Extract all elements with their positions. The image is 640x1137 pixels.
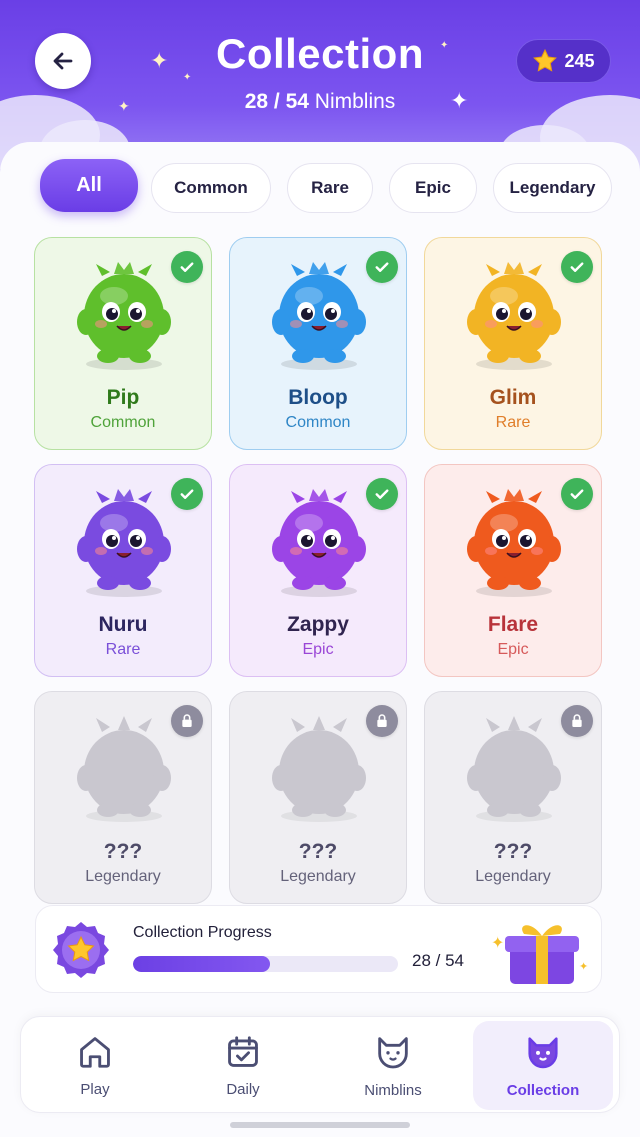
cat-face-icon [378, 1037, 408, 1069]
collected-badge [366, 478, 398, 510]
creature-illustration [77, 489, 171, 597]
creature-illustration [272, 489, 366, 597]
creature-illustration [467, 489, 561, 597]
collected-badge [171, 251, 203, 283]
creature-card[interactable]: Zappy Epic [229, 464, 407, 677]
lock-icon [377, 714, 387, 727]
creature-card[interactable]: Glim Rare [424, 237, 602, 450]
creature-name: ??? [103, 840, 143, 863]
owned-count: 28 / 54 [244, 90, 309, 113]
creature-card[interactable]: Pip Common [34, 237, 212, 450]
creature-rarity: Epic [497, 641, 529, 658]
collected-badge [561, 251, 593, 283]
creature-illustration [467, 262, 561, 370]
nav-daily-label: Daily [226, 1081, 260, 1098]
creature-card[interactable]: ??? Legendary [229, 691, 407, 904]
nav-nimblins[interactable]: Nimblins [329, 1017, 457, 1114]
check-icon [570, 489, 584, 499]
nav-play-label: Play [80, 1081, 110, 1098]
svg-text:✦: ✦ [579, 961, 588, 973]
creature-name: ??? [298, 840, 338, 863]
check-icon [375, 262, 389, 272]
home-indicator[interactable] [230, 1122, 410, 1128]
check-icon [375, 489, 389, 499]
check-icon [180, 489, 194, 499]
star-count: 245 [564, 50, 595, 71]
progress-count: 28 / 54 [412, 951, 464, 970]
calendar-check-icon [228, 1036, 258, 1067]
rarity-filter-bar: All Common Rare Epic Legendary [0, 159, 640, 213]
filter-epic[interactable]: Epic [389, 163, 477, 213]
filter-all[interactable]: All [40, 159, 138, 212]
creature-rarity: Epic [302, 641, 334, 658]
creature-name: Pip [106, 386, 140, 409]
count-suffix: Nimblins [314, 90, 396, 113]
creature-rarity: Common [90, 414, 156, 431]
locked-silhouette [467, 716, 561, 822]
creature-card[interactable]: Flare Epic [424, 464, 602, 677]
creature-rarity: Legendary [475, 868, 551, 885]
home-icon [80, 1037, 110, 1068]
locked-silhouette [77, 716, 171, 822]
nav-daily[interactable]: Daily [179, 1017, 307, 1114]
creature-rarity: Common [285, 414, 351, 431]
lock-icon [572, 714, 582, 727]
creature-card[interactable]: Nuru Rare [34, 464, 212, 677]
cat-face-filled-icon [528, 1037, 558, 1069]
creature-name: Flare [487, 613, 539, 636]
creature-illustration [77, 262, 171, 370]
creature-rarity: Rare [105, 641, 141, 658]
creature-name: Glim [489, 386, 537, 409]
creature-name: Nuru [98, 613, 148, 636]
check-icon [180, 262, 194, 272]
collected-badge [171, 478, 203, 510]
creature-rarity: Legendary [85, 868, 161, 885]
lock-badge [171, 705, 203, 737]
lock-badge [366, 705, 398, 737]
nav-nimblins-label: Nimblins [364, 1082, 422, 1099]
creature-illustration [272, 262, 366, 370]
lock-icon [182, 714, 192, 727]
creature-rarity: Rare [495, 414, 531, 431]
star-balance[interactable]: 245 [516, 39, 611, 83]
locked-silhouette [272, 716, 366, 822]
collected-badge [366, 251, 398, 283]
nav-collection-label: Collection [506, 1082, 580, 1099]
star-badge-icon [53, 922, 109, 978]
nav-collection[interactable]: Collection [473, 1021, 613, 1110]
svg-text:✦: ✦ [491, 935, 504, 952]
creature-name: Bloop [288, 386, 348, 409]
filter-common[interactable]: Common [151, 163, 271, 213]
progress-bar [133, 956, 398, 972]
creature-card[interactable]: Bloop Common [229, 237, 407, 450]
nav-play[interactable]: Play [31, 1017, 159, 1114]
gift-box-icon[interactable]: ✦ ✦ [491, 914, 591, 988]
creature-card[interactable]: ??? Legendary [34, 691, 212, 904]
creature-card[interactable]: ??? Legendary [424, 691, 602, 904]
creature-name: ??? [493, 840, 533, 863]
progress-label: Collection Progress [133, 924, 272, 941]
collection-count: 28 / 54 Nimblins [0, 90, 640, 114]
collection-progress-card: Collection Progress 28 / 54 ✦ ✦ [35, 905, 602, 993]
check-icon [570, 262, 584, 272]
collected-badge [561, 478, 593, 510]
creature-name: Zappy [287, 613, 349, 636]
lock-badge [561, 705, 593, 737]
progress-bar-fill [133, 956, 271, 972]
bottom-navigation: Play Daily Nimblins Collection [20, 1016, 620, 1113]
filter-legendary[interactable]: Legendary [493, 163, 612, 213]
creature-rarity: Legendary [280, 868, 356, 885]
filter-rare[interactable]: Rare [287, 163, 373, 213]
star-icon [533, 48, 558, 72]
